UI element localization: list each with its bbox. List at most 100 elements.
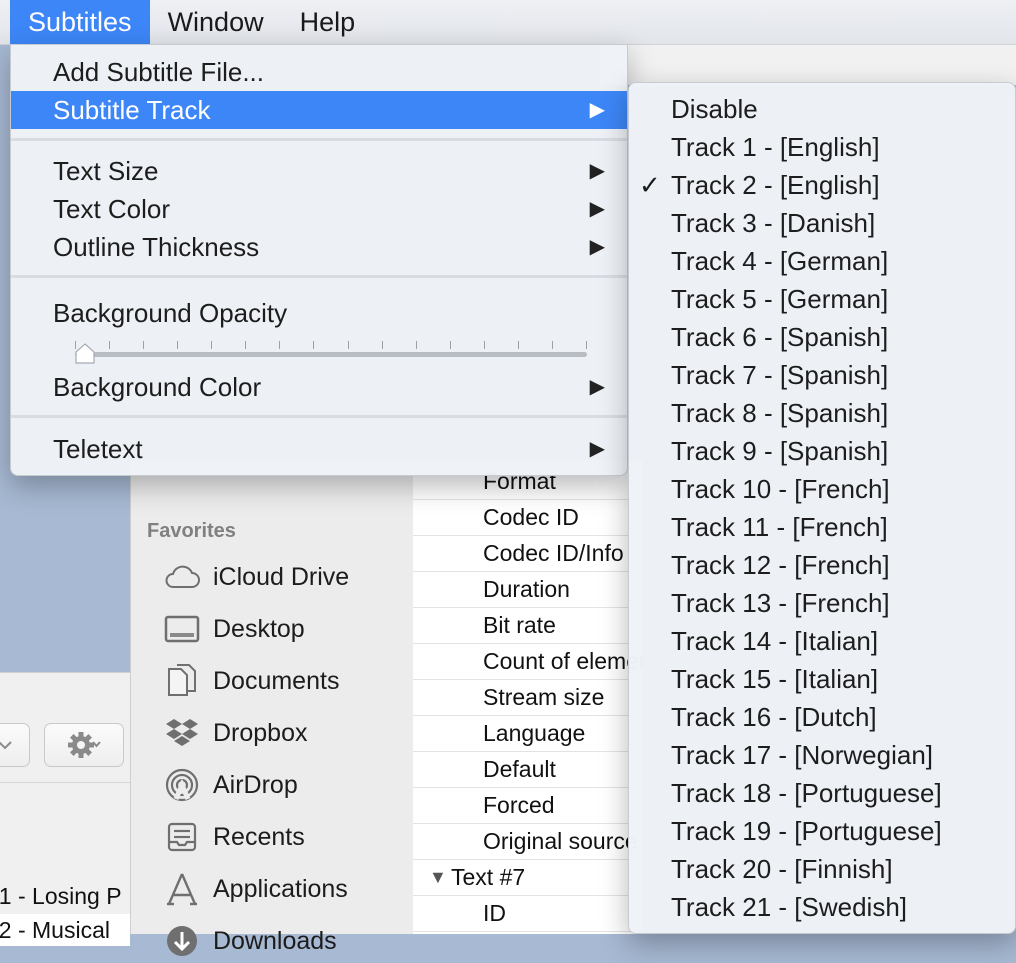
view-options-button[interactable]	[0, 723, 30, 767]
sidebar-item-recents[interactable]: Recents	[163, 815, 305, 859]
sidebar-item-icloud-drive[interactable]: iCloud Drive	[163, 555, 349, 599]
menu-item-outline-thickness[interactable]: Outline Thickness ▶	[11, 228, 627, 266]
table-section-row[interactable]: ▼ Text #7	[413, 860, 643, 896]
menu-item-track[interactable]: Track 6 - [Spanish]	[629, 318, 1015, 356]
menu-item-track[interactable]: Track 9 - [Spanish]	[629, 432, 1015, 470]
menu-item-track[interactable]: Track 12 - [French]	[629, 546, 1015, 584]
menu-item-track[interactable]: Track 1 - [English]	[629, 128, 1015, 166]
sidebar-item-applications[interactable]: Applications	[163, 867, 348, 911]
menu-item-text-color[interactable]: Text Color ▶	[11, 190, 627, 228]
slider-tick	[109, 341, 110, 349]
background-window-top	[600, 45, 1016, 85]
menu-subtitles[interactable]: Subtitles	[10, 0, 150, 44]
menu-help[interactable]: Help	[282, 0, 374, 44]
sidebar-item-label: Applications	[213, 874, 348, 903]
menu-window[interactable]: Window	[150, 0, 282, 44]
submenu-arrow-icon: ▶	[589, 236, 605, 258]
menu-separator	[11, 138, 627, 141]
menu-item-track[interactable]: Track 7 - [Spanish]	[629, 356, 1015, 394]
file-row[interactable]: 01 - Losing P	[0, 880, 130, 912]
track-label: Track 2 - [English]	[671, 170, 880, 200]
submenu-arrow-icon: ▶	[589, 160, 605, 182]
divider	[0, 782, 130, 783]
documents-icon	[163, 663, 201, 699]
menu-item-track[interactable]: Track 16 - [Dutch]	[629, 698, 1015, 736]
track-label: Track 3 - [Danish]	[671, 208, 876, 238]
track-label: Track 17 - [Norwegian]	[671, 740, 934, 770]
subtitles-menu: Add Subtitle File... Subtitle Track ▶ Te…	[10, 44, 628, 476]
menu-item-text-size[interactable]: Text Size ▶	[11, 152, 627, 190]
slider-tick	[348, 341, 349, 349]
table-row: Bit rate	[413, 608, 643, 644]
recents-icon	[163, 819, 201, 855]
submenu-arrow-icon: ▶	[589, 376, 605, 398]
menu-item-track[interactable]: Track 17 - [Norwegian]	[629, 736, 1015, 774]
menu-item-track[interactable]: Track 4 - [German]	[629, 242, 1015, 280]
sidebar-item-airdrop[interactable]: AirDrop	[163, 763, 298, 807]
track-label: Track 16 - [Dutch]	[671, 702, 877, 732]
track-label: Track 4 - [German]	[671, 246, 889, 276]
table-row: Duration	[413, 572, 643, 608]
action-gear-button[interactable]	[44, 723, 124, 767]
menu-item-disable-subtitles[interactable]: Disable	[629, 90, 1015, 128]
media-info-table: Format Codec ID Codec ID/Info Duration B…	[413, 460, 643, 934]
desktop-icon	[163, 611, 201, 647]
menu-item-background-color[interactable]: Background Color ▶	[11, 368, 627, 406]
menu-separator	[11, 275, 627, 278]
menu-item-track[interactable]: Track 3 - [Danish]	[629, 204, 1015, 242]
slider-tick	[177, 341, 178, 349]
slider-tick	[313, 341, 314, 349]
submenu-arrow-icon: ▶	[589, 438, 605, 460]
track-label: Track 7 - [Spanish]	[671, 360, 889, 390]
menu-item-track[interactable]: ✓ Track 2 - [English]	[629, 166, 1015, 204]
menu-item-subtitle-track[interactable]: Subtitle Track ▶	[11, 91, 627, 129]
airdrop-icon	[163, 767, 201, 803]
menu-item-track[interactable]: Track 21 - [Swedish]	[629, 888, 1015, 926]
sidebar-item-label: AirDrop	[213, 770, 298, 799]
menu-item-track[interactable]: Track 10 - [French]	[629, 470, 1015, 508]
menu-item-track[interactable]: Track 5 - [German]	[629, 280, 1015, 318]
track-label: Track 12 - [French]	[671, 550, 890, 580]
sidebar-item-dropbox[interactable]: Dropbox	[163, 711, 308, 755]
table-row: Count of elements	[413, 644, 643, 680]
track-label: Track 13 - [French]	[671, 588, 890, 618]
disclosure-triangle-icon[interactable]: ▼	[429, 860, 447, 894]
submenu-arrow-icon: ▶	[589, 99, 605, 121]
menu-item-teletext[interactable]: Teletext ▶	[11, 430, 627, 468]
menu-item-track[interactable]: Track 20 - [Finnish]	[629, 850, 1015, 888]
track-label: Track 20 - [Finnish]	[671, 854, 893, 884]
slider-knob[interactable]	[75, 343, 95, 365]
slider-tick	[416, 341, 417, 349]
menu-item-track[interactable]: Track 11 - [French]	[629, 508, 1015, 546]
table-row: Default	[413, 752, 643, 788]
checkmark-icon: ✓	[639, 170, 661, 200]
slider-track[interactable]	[75, 352, 587, 357]
table-row: ID	[413, 896, 643, 932]
track-label: Track 9 - [Spanish]	[671, 436, 889, 466]
slider-tick	[518, 341, 519, 349]
cloud-icon	[163, 559, 201, 595]
chevron-down-icon	[0, 741, 12, 750]
subtitle-track-submenu: Disable Track 1 - [English] ✓ Track 2 - [En…	[628, 82, 1016, 934]
background-opacity-slider[interactable]	[75, 341, 587, 369]
sidebar-item-label: Documents	[213, 666, 340, 695]
menu-item-track[interactable]: Track 18 - [Portuguese]	[629, 774, 1015, 812]
track-label: Track 19 - [Portuguese]	[671, 816, 942, 846]
menu-item-track[interactable]: Track 8 - [Spanish]	[629, 394, 1015, 432]
menu-item-track[interactable]: Track 15 - [Italian]	[629, 660, 1015, 698]
track-label: Track 14 - [Italian]	[671, 626, 879, 656]
sidebar-item-documents[interactable]: Documents	[163, 659, 339, 703]
track-label: Track 6 - [Spanish]	[671, 322, 889, 352]
file-row[interactable]: 02 - Musical	[0, 914, 130, 946]
track-label: Track 18 - [Portuguese]	[671, 778, 942, 808]
slider-tick	[245, 341, 246, 349]
sidebar-item-downloads[interactable]: Downloads	[163, 919, 337, 963]
menu-item-track[interactable]: Track 14 - [Italian]	[629, 622, 1015, 660]
sidebar-item-desktop[interactable]: Desktop	[163, 607, 305, 651]
menu-item-add-subtitle-file[interactable]: Add Subtitle File...	[11, 53, 627, 91]
track-label: Track 1 - [English]	[671, 132, 880, 162]
table-row: Forced	[413, 788, 643, 824]
sidebar-heading-favorites: Favorites	[147, 520, 236, 542]
menu-item-track[interactable]: Track 13 - [French]	[629, 584, 1015, 622]
menu-item-track[interactable]: Track 19 - [Portuguese]	[629, 812, 1015, 850]
